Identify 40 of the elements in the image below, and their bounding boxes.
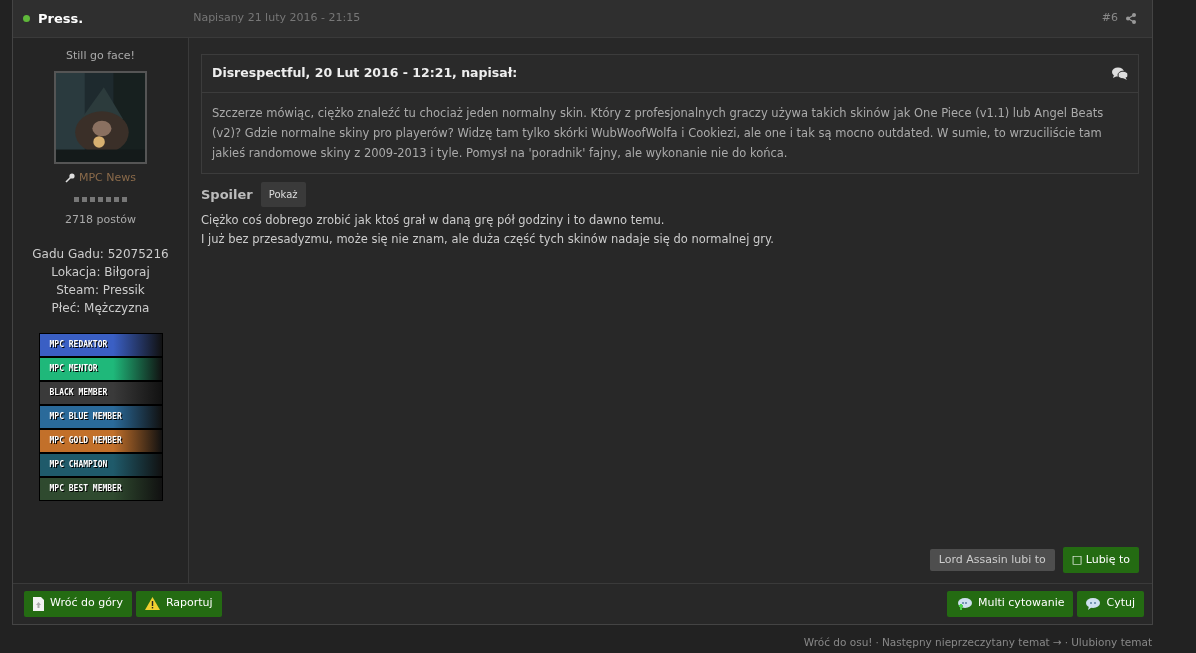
- separator: ·: [1064, 636, 1069, 648]
- post-number[interactable]: #6: [1101, 10, 1118, 27]
- quote-text: Szczerze mówiąc, ciężko znaleźć tu chociaż jeden normalny skin. Który z profesjonalnych graczy używa takich skinów jak One Piece (v1.1) lub Angel Beats (v2)? Gdzie normalne skiny pro playerów? Widzę tam tylko skórki WubWoofWolfa i Cookiezi, ale one i tak są mocno outdated. W sumie, to wrzuciliście tam jakieś randomowe skiny z 2009-2013 i tyle. Pomysł na 'poradnik' fajny, ale wykonanie nie do końca.: [210, 104, 1105, 162]
- warning-icon: [144, 597, 160, 610]
- report-button[interactable]: Raportuj: [135, 590, 222, 617]
- post-text: I już bez przesadyzmu, może się nie znam, ale duża część tych skinów nadaje się do normalnej gry.: [201, 230, 775, 248]
- footer-link[interactable]: Ulubiony temat: [1071, 636, 1152, 648]
- multi-quote-button[interactable]: Multi cytowanie: [946, 590, 1074, 617]
- quote-citation: Disrespectful, 20 Lut 2016 - 12:21, napisał:: [212, 64, 518, 82]
- speech-bubble-icon: [1086, 597, 1101, 610]
- member-badge: MPC GOLD MEMBER: [38, 428, 163, 453]
- speech-bubble-plus-icon: [955, 596, 972, 611]
- spoiler-label: Spoiler: [201, 185, 253, 204]
- profile-field: Steam: Pressik: [13, 280, 188, 299]
- show-spoiler-button[interactable]: Pokaż: [260, 181, 306, 207]
- post-count: 2718 postów: [64, 212, 137, 228]
- member-badge: MPC REDAKTOR: [38, 332, 163, 357]
- profile-field: Płeć: Mężczyzna: [13, 298, 188, 317]
- footer-link[interactable]: Następny nieprzeczytany temat →: [881, 636, 1062, 648]
- member-badge: BLACK MEMBER: [38, 380, 163, 405]
- profile-field: Lokacja: Biłgoraj: [13, 262, 188, 281]
- member-badge: MPC MENTOR: [38, 356, 163, 381]
- member-badge: MPC CHAMPION: [38, 452, 163, 477]
- separator: ·: [875, 636, 879, 648]
- share-icon[interactable]: [1126, 13, 1136, 24]
- footer-link[interactable]: Wróć do osu!: [803, 636, 873, 648]
- post-date: Napisany 21 luty 2016 - 21:15: [193, 10, 361, 27]
- rank-pips-icon: [73, 197, 128, 202]
- member-badge: MPC BLUE MEMBER: [38, 404, 163, 429]
- profile-field: Gadu Gadu: 52075216: [13, 244, 188, 263]
- document-icon: [33, 596, 44, 611]
- back-to-top-button[interactable]: Wróć do góry: [24, 590, 132, 617]
- speech-bubbles-icon[interactable]: [1112, 66, 1128, 80]
- like-button[interactable]: □ Lubię to: [1062, 547, 1139, 573]
- author-name[interactable]: Press.: [38, 8, 84, 29]
- post-text: Ciężko coś dobrego zrobić jak ktoś grał w daną grę pół godziny i to dawno temu.: [201, 211, 666, 229]
- member-badge: MPC BEST MEMBER: [38, 476, 163, 501]
- likes-text[interactable]: Lord Assasin lubi to: [929, 548, 1055, 572]
- member-title: Still go face!: [65, 48, 136, 64]
- quote-button[interactable]: Cytuj: [1077, 590, 1144, 617]
